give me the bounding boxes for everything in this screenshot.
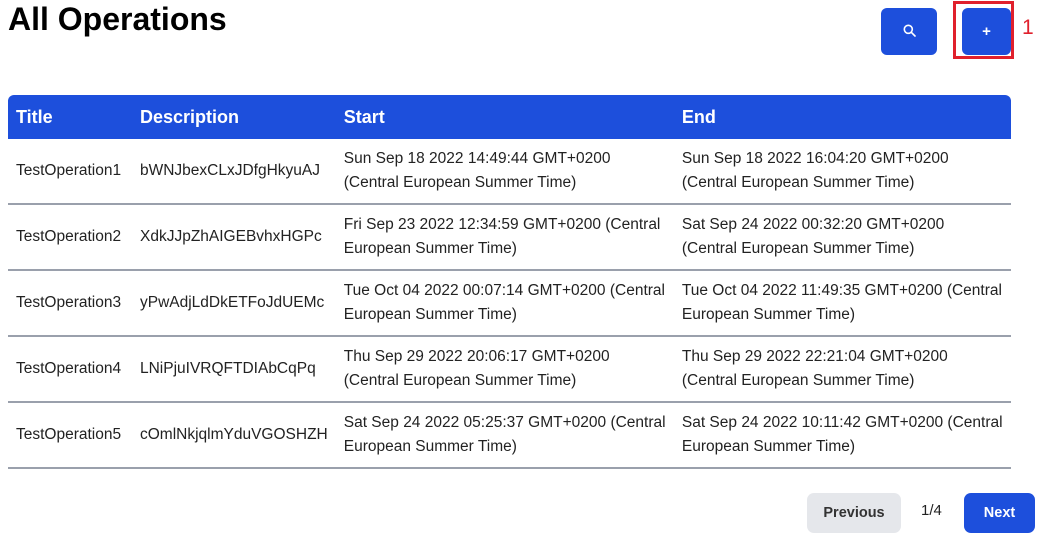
table-row[interactable]: TestOperation5 cOmlNkjqlmYduVGOSHZH Sat …	[8, 403, 1011, 469]
cell-title: TestOperation1	[8, 139, 132, 205]
cell-start: Sun Sep 18 2022 14:49:44 GMT+0200 (Centr…	[335, 139, 674, 205]
table-row[interactable]: TestOperation2 XdkJJpZhAIGEBvhxHGPc Fri …	[8, 205, 1011, 271]
add-operation-button[interactable]: +	[962, 8, 1011, 55]
cell-description: bWNJbexCLxJDfgHkyuAJ	[131, 139, 336, 205]
column-header-end: End	[673, 95, 1011, 139]
cell-title: TestOperation4	[8, 337, 132, 403]
cell-end: Sat Sep 24 2022 00:32:20 GMT+0200 (Centr…	[673, 205, 1011, 271]
cell-end: Tue Oct 04 2022 11:49:35 GMT+0200 (Centr…	[673, 271, 1011, 337]
cell-description: LNiPjuIVRQFTDIAbCqPq	[131, 337, 336, 403]
operations-table: Title Description Start End TestOperatio…	[8, 95, 1011, 469]
cell-end: Sun Sep 18 2022 16:04:20 GMT+0200 (Centr…	[673, 139, 1011, 205]
column-header-description: Description	[131, 95, 336, 139]
cell-title: TestOperation2	[8, 205, 132, 271]
search-button[interactable]	[881, 8, 937, 55]
cell-title: TestOperation3	[8, 271, 132, 337]
cell-description: yPwAdjLdDkETFoJdUEMc	[131, 271, 336, 337]
cell-description: cOmlNkjqlmYduVGOSHZH	[131, 403, 336, 469]
table-header-row: Title Description Start End	[8, 95, 1011, 139]
previous-page-button[interactable]: Previous	[807, 493, 901, 533]
cell-end: Thu Sep 29 2022 22:21:04 GMT+0200 (Centr…	[673, 337, 1011, 403]
cell-start: Thu Sep 29 2022 20:06:17 GMT+0200 (Centr…	[335, 337, 674, 403]
cell-description: XdkJJpZhAIGEBvhxHGPc	[131, 205, 336, 271]
operations-page: All Operations + 1 Title Description Sta…	[0, 0, 1042, 541]
column-header-title: Title	[8, 95, 132, 139]
next-page-button[interactable]: Next	[964, 493, 1035, 533]
table-row[interactable]: TestOperation4 LNiPjuIVRQFTDIAbCqPq Thu …	[8, 337, 1011, 403]
cell-start: Sat Sep 24 2022 05:25:37 GMT+0200 (Centr…	[335, 403, 674, 469]
annotation-label: 1	[1022, 16, 1034, 39]
cell-start: Tue Oct 04 2022 00:07:14 GMT+0200 (Centr…	[335, 271, 674, 337]
column-header-start: Start	[335, 95, 674, 139]
page-indicator: 1/4	[921, 502, 942, 519]
table-row[interactable]: TestOperation3 yPwAdjLdDkETFoJdUEMc Tue …	[8, 271, 1011, 337]
table-row[interactable]: TestOperation1 bWNJbexCLxJDfgHkyuAJ Sun …	[8, 139, 1011, 205]
search-icon	[903, 24, 916, 40]
page-title: All Operations	[8, 1, 227, 37]
cell-start: Fri Sep 23 2022 12:34:59 GMT+0200 (Centr…	[335, 205, 674, 271]
cell-title: TestOperation5	[8, 403, 132, 469]
cell-end: Sat Sep 24 2022 10:11:42 GMT+0200 (Centr…	[673, 403, 1011, 469]
